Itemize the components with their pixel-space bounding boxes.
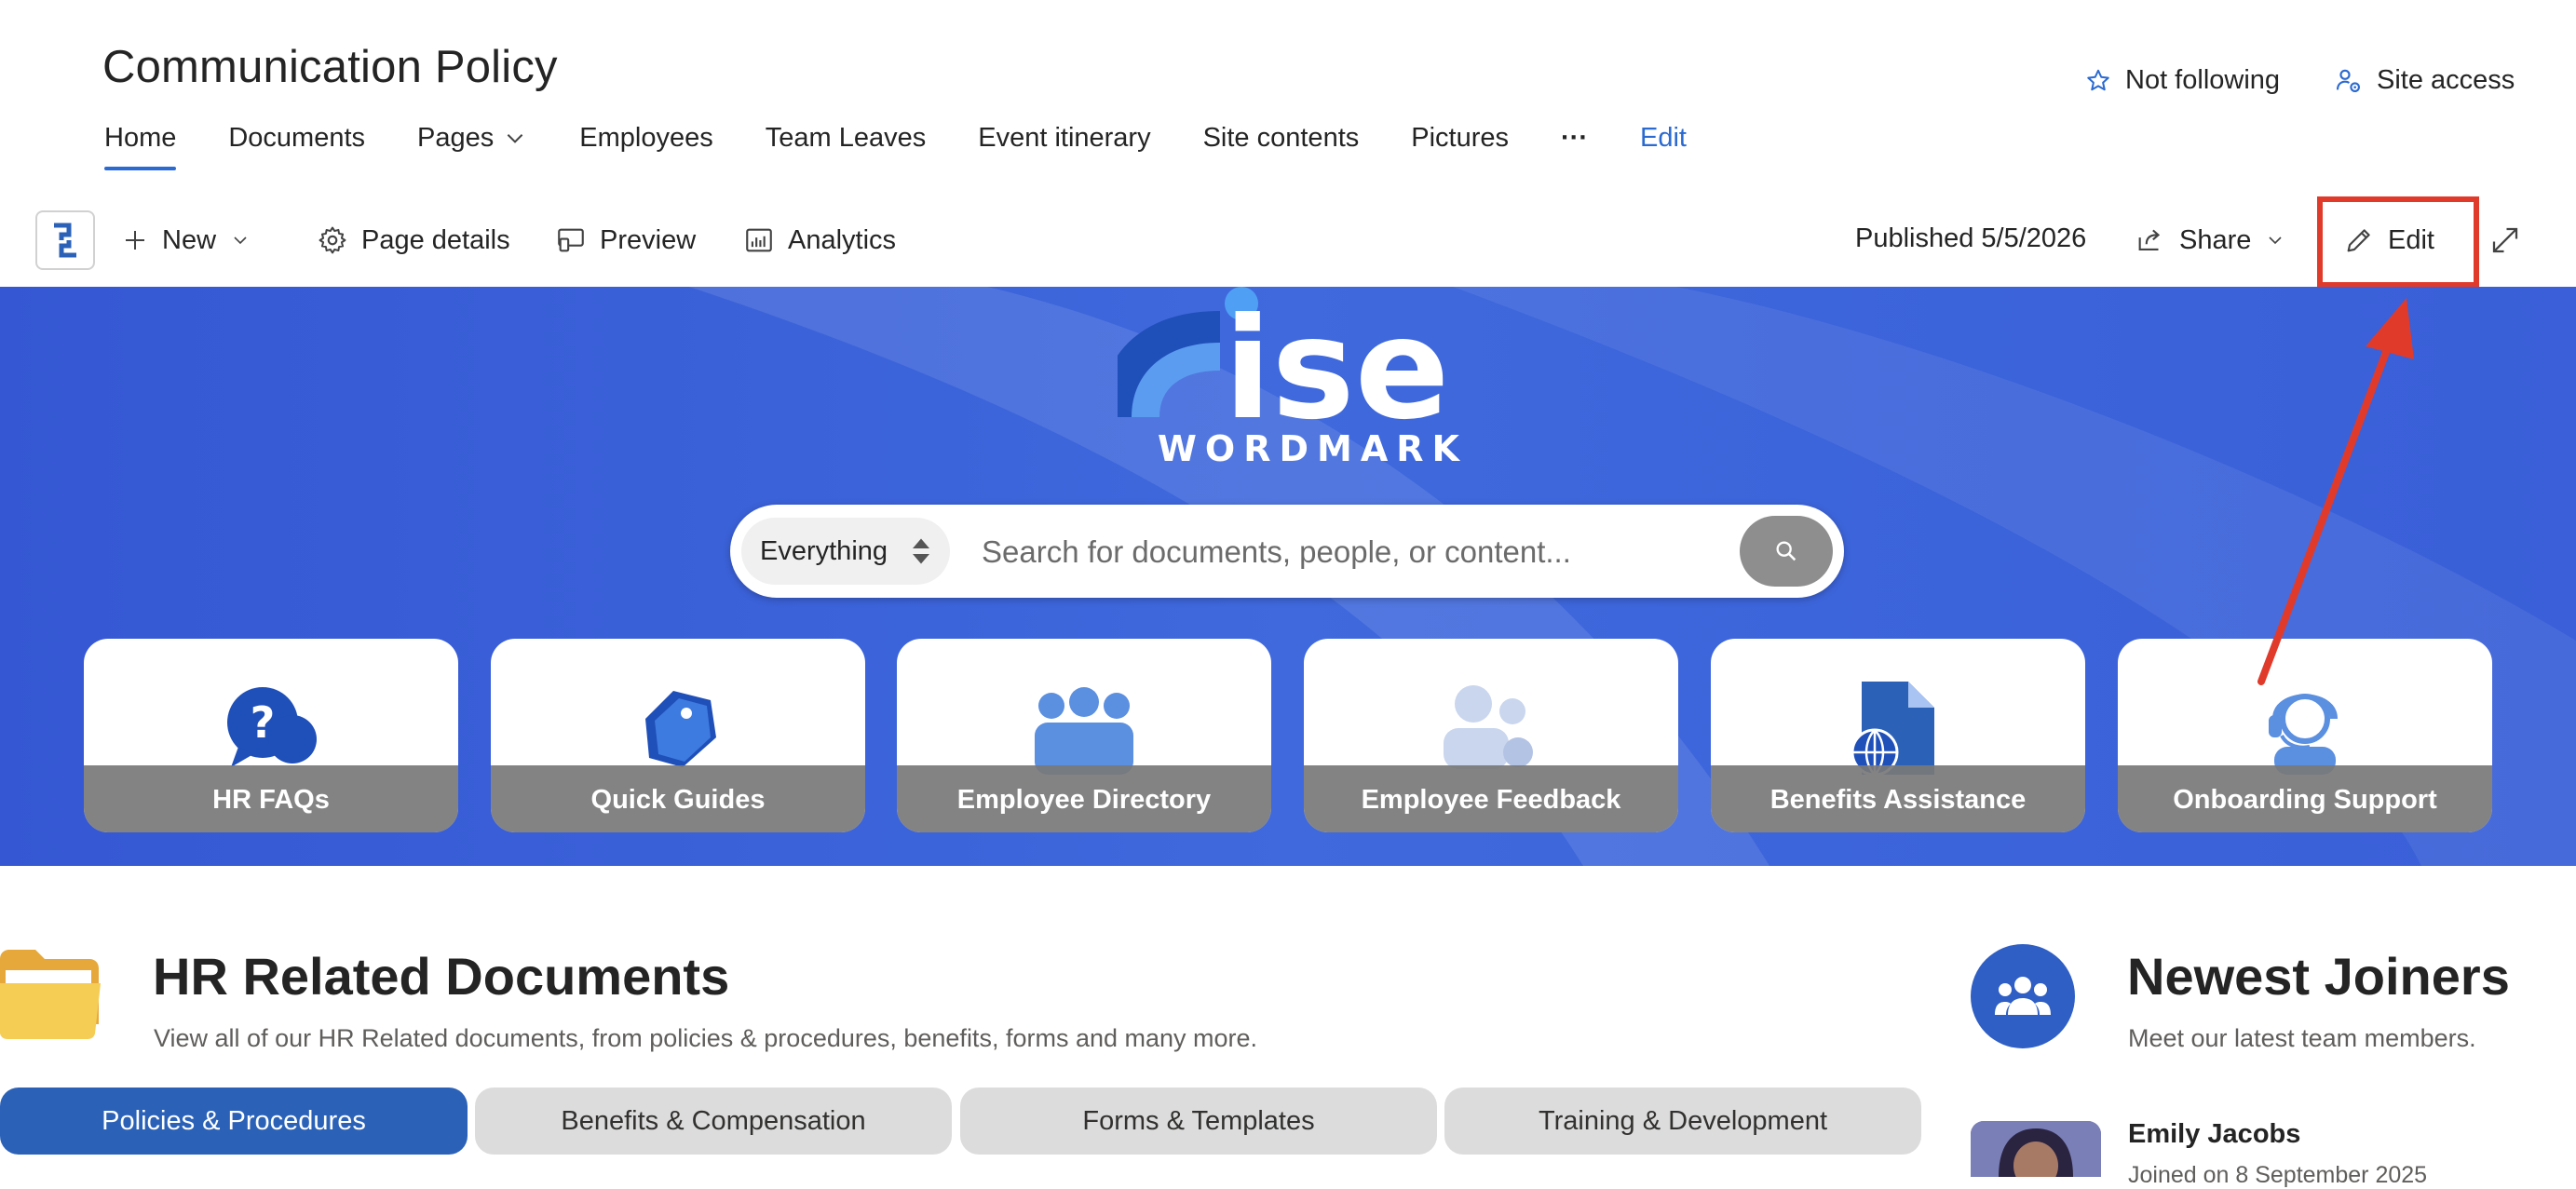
share-label: Share <box>2179 224 2252 255</box>
tile-employee-feedback[interactable]: Employee Feedback <box>1304 639 1678 832</box>
page-details-button[interactable]: Page details <box>317 220 510 261</box>
preview-button[interactable]: Preview <box>555 220 696 261</box>
star-icon <box>2087 69 2109 90</box>
tile-onboarding-support[interactable]: Onboarding Support <box>2118 639 2492 832</box>
people-group-icon <box>1995 977 2051 1015</box>
search-button[interactable] <box>1740 516 1833 587</box>
share-icon <box>2138 229 2161 250</box>
site-access-label: Site access <box>2377 65 2515 95</box>
nav-pictures-label: Pictures <box>1411 122 1510 153</box>
tile-label: HR FAQs <box>212 785 330 815</box>
nav-documents[interactable]: Documents <box>228 123 365 154</box>
search-scope-select[interactable]: Everything <box>741 518 950 585</box>
tile-employee-directory[interactable]: Employee Directory <box>897 639 1271 832</box>
search-input[interactable] <box>980 523 1691 581</box>
nav-site-contents[interactable]: Site contents <box>1203 123 1360 154</box>
chevron-down-icon <box>507 134 523 143</box>
app-launcher-logo[interactable] <box>35 210 95 270</box>
people-settings-icon <box>2336 69 2361 92</box>
share-button[interactable]: Share <box>2135 220 2286 261</box>
app-logo-icon <box>54 223 76 258</box>
avatar[interactable] <box>1971 1121 2101 1177</box>
nav-team-leaves-label: Team Leaves <box>765 122 927 153</box>
tab-label: Benefits & Compensation <box>561 1105 866 1136</box>
nav-site-contents-label: Site contents <box>1202 122 1360 153</box>
sort-arrows-icon <box>913 538 929 564</box>
gear-icon <box>319 226 346 254</box>
document-globe-icon <box>1851 682 1934 775</box>
folder-icon <box>0 950 102 1044</box>
nav-event-itinerary[interactable]: Event itinerary <box>978 123 1150 154</box>
tile-label: Onboarding Support <box>2173 785 2437 815</box>
tab-label: Forms & Templates <box>1082 1105 1315 1136</box>
edit-button-highlight <box>2317 196 2479 288</box>
nav-pages-label: Pages <box>417 122 495 153</box>
tile-hr-faqs[interactable]: ? HR FAQs <box>84 639 458 832</box>
nav-pages[interactable]: Pages <box>417 123 527 154</box>
search-icon <box>1776 541 1796 561</box>
tab-training-development[interactable]: Training & Development <box>1444 1088 1921 1155</box>
nav-employees[interactable]: Employees <box>579 123 712 154</box>
tab-benefits-compensation[interactable]: Benefits & Compensation <box>475 1088 952 1155</box>
preview-label: Preview <box>600 224 697 255</box>
joiners-description: Meet our latest team members. <box>2128 1024 2476 1052</box>
nav-event-itinerary-label: Event itinerary <box>978 122 1151 153</box>
tab-policies-procedures[interactable]: Policies & Procedures <box>0 1088 468 1155</box>
tile-label: Benefits Assistance <box>1769 785 2027 815</box>
published-status: Published 5/5/2026 <box>1855 223 2087 253</box>
plus-icon <box>126 231 144 250</box>
chevron-down-icon <box>2269 236 2282 245</box>
tab-forms-templates[interactable]: Forms & Templates <box>960 1088 1437 1155</box>
site-access-button[interactable]: Site access <box>2334 65 2515 96</box>
tile-label: Quick Guides <box>590 785 766 815</box>
person-headset-icon <box>2269 694 2338 775</box>
section-description: View all of our HR Related documents, fr… <box>154 1024 1258 1052</box>
joiner-name[interactable]: Emily Jacobs <box>2128 1119 2300 1150</box>
search-scope-value: Everything <box>760 535 888 566</box>
nav-edit-label: Edit <box>1640 122 1687 153</box>
joiner-joined-date: Joined on 8 September 2025 <box>2128 1162 2428 1188</box>
question-chat-icon: ? <box>227 687 317 767</box>
logo-subtext: WORDMARK <box>1158 428 1468 469</box>
tile-benefits-assistance[interactable]: Benefits Assistance <box>1711 639 2085 832</box>
more-icon: ··· <box>1561 122 1588 153</box>
nav-employees-label: Employees <box>579 122 713 153</box>
analytics-label: Analytics <box>788 224 897 255</box>
analytics-icon <box>746 228 772 252</box>
new-button[interactable]: New <box>121 220 251 261</box>
page-details-label: Page details <box>361 224 510 255</box>
follow-label: Not following <box>2125 65 2281 95</box>
tile-label: Employee Feedback <box>1361 785 1621 815</box>
expand-button[interactable] <box>2488 220 2522 261</box>
new-label: New <box>162 224 217 255</box>
site-navigation: Home Documents Pages Employees Team Leav… <box>104 110 1739 170</box>
search-box: Everything <box>730 505 1844 598</box>
site-title[interactable]: Communication Policy <box>102 41 558 93</box>
analytics-button[interactable]: Analytics <box>743 220 896 261</box>
tag-icon <box>645 691 716 767</box>
nav-documents-label: Documents <box>228 122 366 153</box>
joiners-icon <box>1971 944 2075 1048</box>
logo-text: ise <box>1224 289 1449 451</box>
people-settings-icon <box>1444 685 1533 769</box>
nav-team-leaves[interactable]: Team Leaves <box>766 123 927 154</box>
tab-label: Training & Development <box>1538 1105 1828 1136</box>
hero-banner: ise WORDMARK Everything ? H <box>0 287 2576 866</box>
preview-icon <box>558 228 584 252</box>
tile-label: Employee Directory <box>956 785 1212 815</box>
nav-home-label: Home <box>104 122 177 153</box>
svg-text:?: ? <box>251 697 276 748</box>
tab-label: Policies & Procedures <box>102 1105 366 1136</box>
nav-home[interactable]: Home <box>104 122 177 170</box>
joiners-title: Newest Joiners <box>2127 947 2510 1006</box>
people-group-icon <box>1035 687 1133 775</box>
nav-pictures[interactable]: Pictures <box>1411 123 1509 154</box>
section-title: HR Related Documents <box>153 947 730 1006</box>
follow-button[interactable]: Not following <box>2084 65 2280 96</box>
chevron-down-icon <box>234 236 247 245</box>
tile-quick-guides[interactable]: Quick Guides <box>491 639 865 832</box>
nav-more-button[interactable]: ··· <box>1561 123 1588 154</box>
expand-icon <box>2492 227 2518 253</box>
nav-edit-link[interactable]: Edit <box>1640 123 1687 154</box>
